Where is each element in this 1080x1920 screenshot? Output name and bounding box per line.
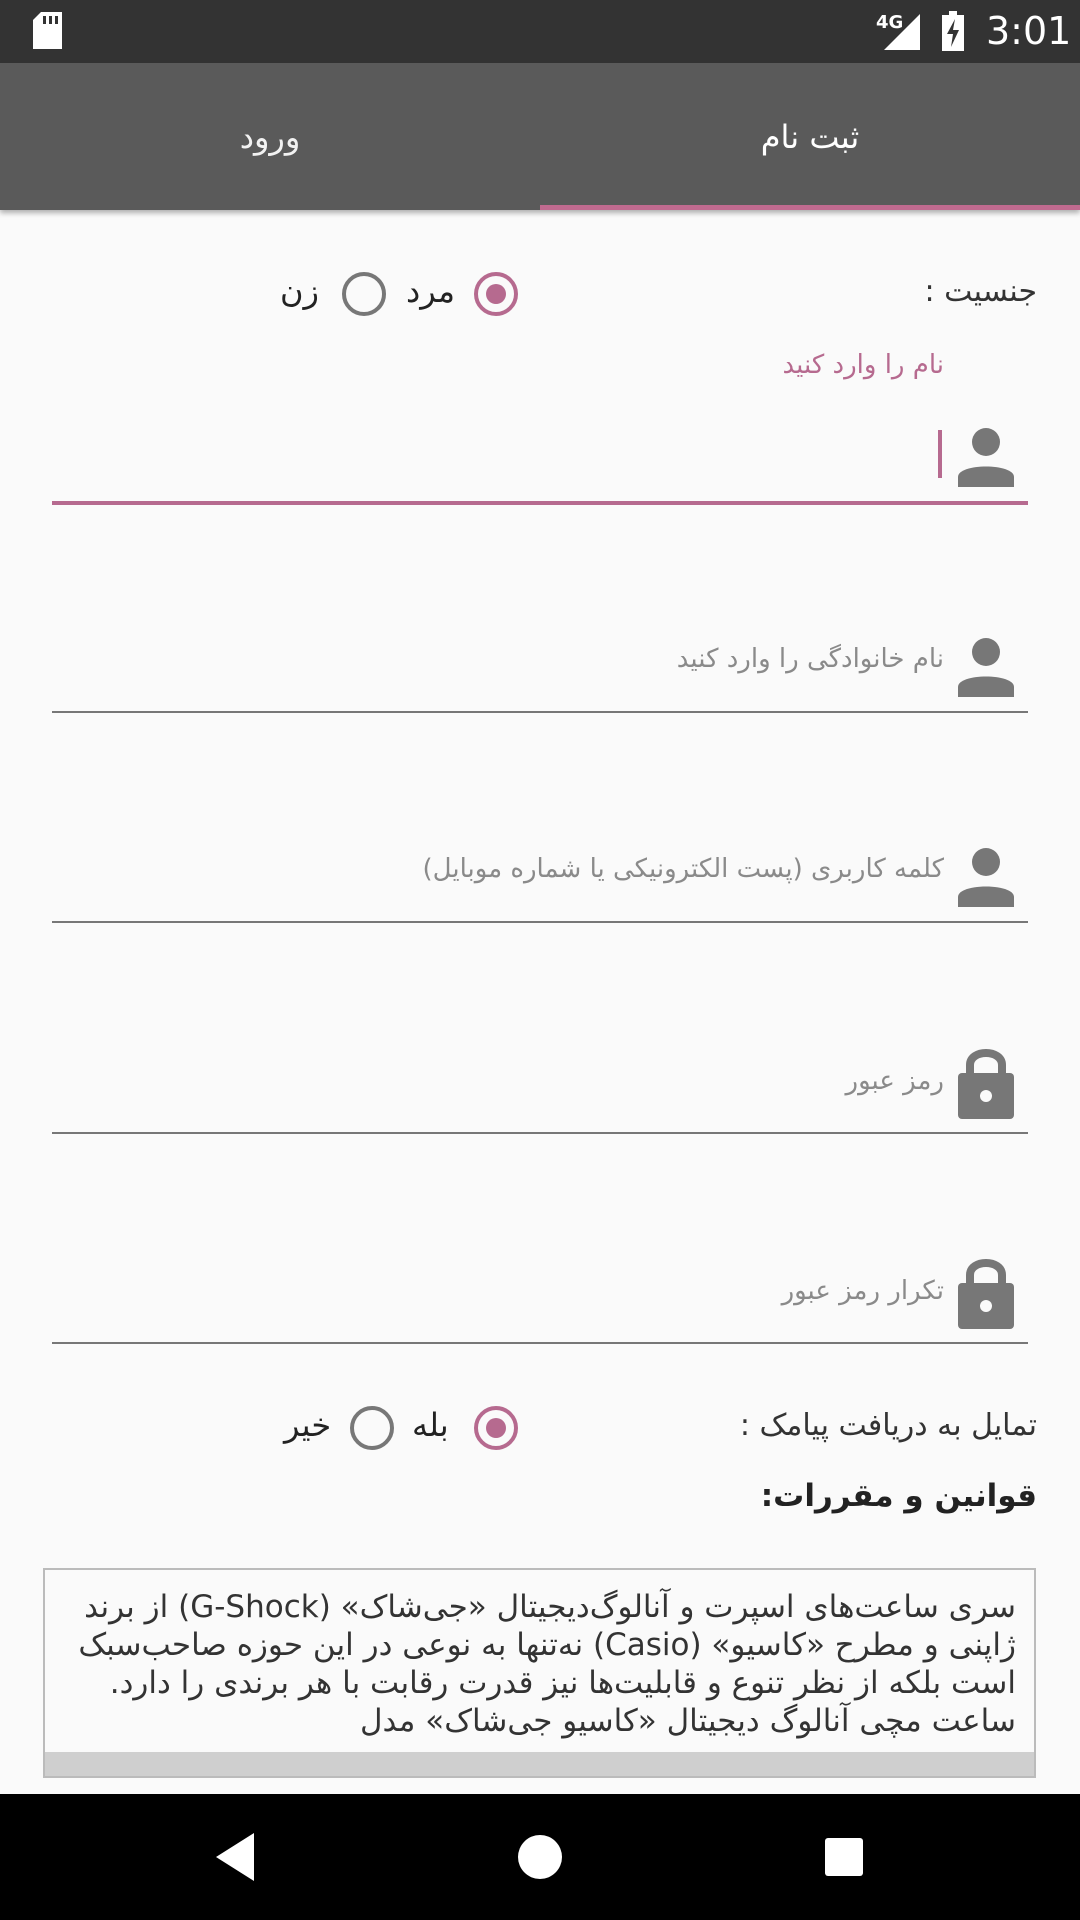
battery-charging-icon bbox=[942, 11, 964, 51]
clock: 3:01 bbox=[986, 9, 1072, 53]
radio-male[interactable] bbox=[474, 272, 518, 316]
radio-sms-yes-label[interactable]: بله bbox=[412, 1406, 449, 1444]
back-icon[interactable] bbox=[206, 1827, 266, 1887]
person-icon bbox=[958, 848, 1014, 907]
username-underline bbox=[52, 921, 1028, 923]
tab-login-label: ورود bbox=[239, 117, 301, 156]
radio-sms-no[interactable] bbox=[350, 1406, 394, 1450]
person-icon bbox=[958, 638, 1014, 697]
lock-icon bbox=[958, 1049, 1014, 1119]
radio-female-label[interactable]: زن bbox=[280, 272, 319, 310]
tab-indicator bbox=[540, 205, 1080, 210]
tab-register-label: ثبت نام bbox=[760, 117, 860, 156]
radio-female[interactable] bbox=[342, 272, 386, 316]
radio-sms-no-label[interactable]: خیر bbox=[284, 1406, 331, 1444]
password-repeat-input[interactable]: تکرار رمز عبور bbox=[782, 1276, 944, 1306]
terms-box[interactable]: سری ساعت‌های اسپرت و آنالوگ‌دیجیتال «جی‌… bbox=[43, 1568, 1036, 1778]
radio-male-label[interactable]: مرد bbox=[406, 272, 455, 310]
first-name-label: نام را وارد کنید bbox=[782, 350, 944, 380]
gender-label: جنسیت : bbox=[924, 274, 1037, 309]
status-bar: 4G 3:01 bbox=[0, 0, 1080, 63]
last-name-underline bbox=[52, 711, 1028, 713]
radio-sms-yes[interactable] bbox=[474, 1406, 518, 1450]
terms-title: قوانین و مقررات: bbox=[760, 1478, 1037, 1514]
home-icon[interactable] bbox=[510, 1827, 570, 1887]
lock-icon bbox=[958, 1259, 1014, 1329]
sd-card-icon bbox=[33, 12, 62, 49]
person-icon bbox=[958, 428, 1014, 487]
recents-icon[interactable] bbox=[814, 1827, 874, 1887]
last-name-input[interactable]: نام خانوادگی را وارد کنید bbox=[677, 644, 944, 674]
password-repeat-underline bbox=[52, 1342, 1028, 1344]
password-underline bbox=[52, 1132, 1028, 1134]
navigation-bar bbox=[0, 1794, 1080, 1920]
first-name-input[interactable] bbox=[52, 501, 1028, 505]
password-input[interactable]: رمز عبور bbox=[846, 1066, 944, 1096]
terms-accept-bar[interactable] bbox=[45, 1752, 1034, 1776]
username-input[interactable]: کلمه کاربری (پست الکترونیکی یا شماره موب… bbox=[423, 854, 944, 884]
sms-label: تمایل به دریافت پیامک : bbox=[739, 1408, 1037, 1443]
signal-icon bbox=[884, 14, 920, 50]
tab-login[interactable]: ورود bbox=[0, 63, 540, 210]
tab-bar: ورود ثبت نام bbox=[0, 63, 1080, 210]
terms-text: سری ساعت‌های اسپرت و آنالوگ‌دیجیتال «جی‌… bbox=[78, 1589, 1016, 1739]
tab-register[interactable]: ثبت نام bbox=[540, 63, 1080, 210]
text-cursor bbox=[938, 430, 942, 478]
